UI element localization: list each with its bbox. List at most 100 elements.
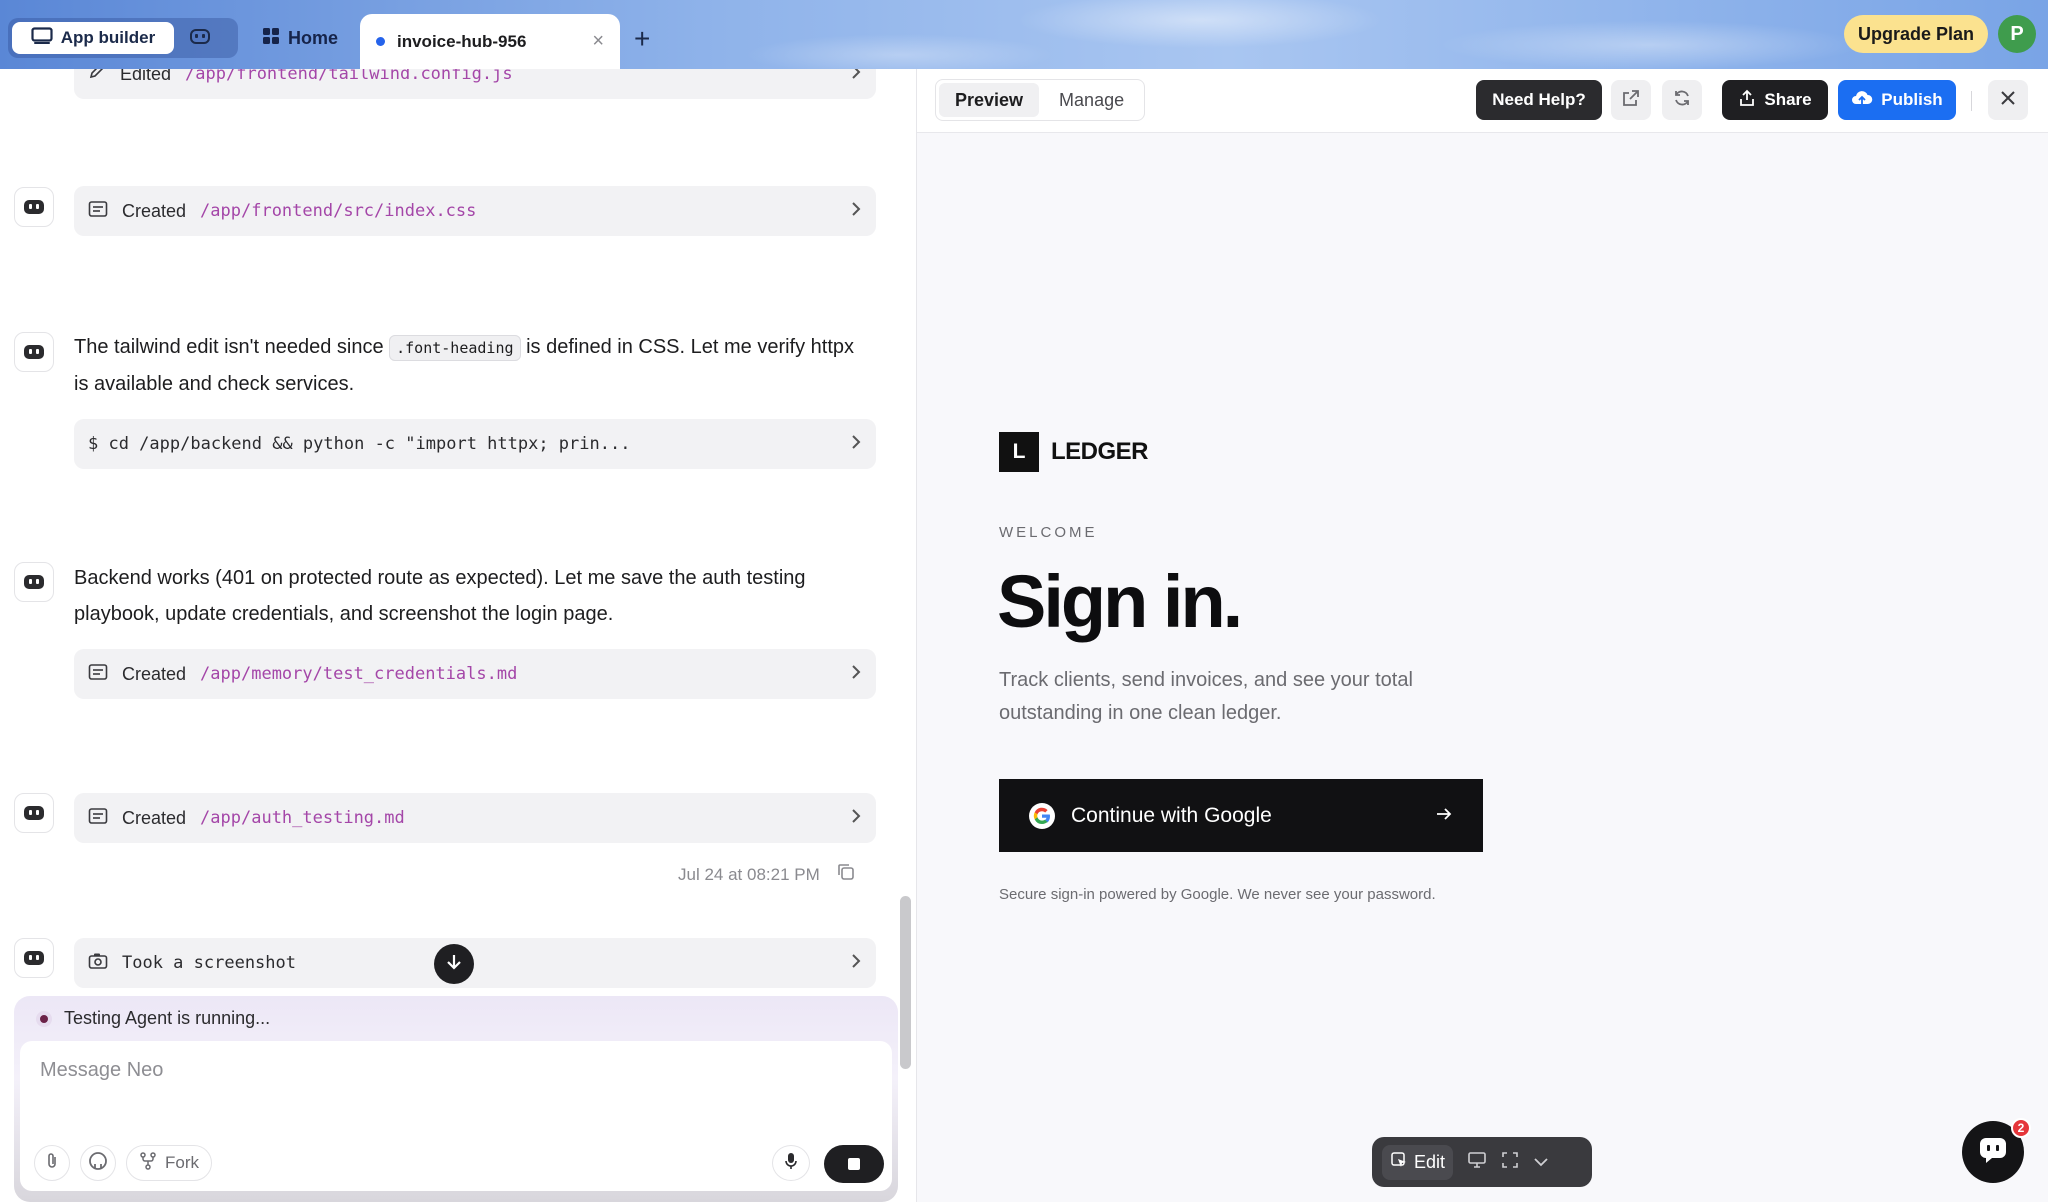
agent-message: Backend works (401 on protected route as…	[74, 567, 806, 625]
paperclip-icon	[45, 1152, 59, 1175]
share-button[interactable]: Share	[1722, 80, 1828, 120]
tool-label: Edited	[120, 69, 172, 84]
timestamp-text: Jul 24 at 08:21 PM	[678, 864, 820, 884]
chevron-down-icon[interactable]	[1533, 1152, 1549, 1173]
toolbar-separator	[1971, 91, 1972, 111]
microphone-icon	[784, 1151, 798, 1176]
publish-button[interactable]: Publish	[1838, 80, 1956, 120]
open-external-button[interactable]	[1611, 80, 1651, 120]
agent-message: The tailwind edit isn't needed since .fo…	[74, 329, 874, 402]
continue-with-google-button[interactable]: Continue with Google	[999, 779, 1483, 852]
stop-icon	[848, 1158, 860, 1170]
pencil-icon	[88, 69, 106, 86]
fork-label: Fork	[165, 1153, 199, 1172]
publish-label: Publish	[1881, 90, 1943, 109]
chevron-right-icon	[850, 952, 862, 975]
status-text: Testing Agent is running...	[64, 1008, 271, 1028]
chat-scrollbar[interactable]	[900, 896, 911, 1069]
tab-preview[interactable]: Preview	[939, 83, 1040, 117]
app-builder-label: App builder	[60, 28, 156, 47]
upgrade-plan-button[interactable]: Upgrade Plan	[1844, 15, 1988, 53]
monitor-icon	[31, 26, 53, 50]
chevron-right-icon	[850, 663, 862, 686]
chevron-right-icon	[850, 200, 862, 223]
project-tab-title: invoice-hub-956	[397, 31, 527, 51]
project-tab[interactable]: invoice-hub-956 ×	[360, 14, 620, 69]
notification-badge: 2	[2011, 1118, 2031, 1138]
preview-toolbar: Preview Manage Need Help? Share Publish	[917, 69, 2048, 133]
chat-bubble-icon	[1978, 1136, 2008, 1169]
close-tab-icon[interactable]: ×	[592, 30, 604, 53]
close-preview-button[interactable]	[1988, 80, 2028, 120]
brand-logo: L LEDGER	[999, 432, 1149, 472]
tab-manage[interactable]: Manage	[1043, 83, 1140, 117]
edit-label: Edit	[1414, 1151, 1446, 1172]
scroll-to-bottom-button[interactable]	[434, 944, 474, 984]
tool-path: /app/frontend/src/index.css	[200, 201, 477, 221]
attach-button[interactable]	[34, 1145, 70, 1181]
edit-toolbar: Edit	[1372, 1137, 1592, 1187]
app-builder-button[interactable]: App builder	[12, 22, 174, 54]
desktop-view-icon[interactable]	[1467, 1151, 1487, 1174]
tool-row-edited[interactable]: Edited /app/frontend/tailwind.config.js	[74, 69, 876, 99]
tool-label: Created	[122, 200, 187, 221]
tool-row-created-index-css[interactable]: Created /app/frontend/src/index.css	[74, 186, 876, 236]
tool-path: /app/auth_testing.md	[200, 808, 405, 828]
agent-avatar-icon	[14, 332, 54, 372]
composer: Testing Agent is running... Message Neo …	[14, 996, 898, 1202]
google-button-label: Continue with Google	[1071, 803, 1272, 827]
chevron-right-icon	[850, 807, 862, 830]
tool-row-created-credentials[interactable]: Created /app/memory/test_credentials.md	[74, 649, 876, 699]
secure-note: Secure sign-in powered by Google. We nev…	[999, 886, 1436, 903]
tool-label: Created	[122, 663, 187, 684]
view-tabs: Preview Manage	[935, 79, 1145, 121]
share-icon	[1738, 89, 1756, 112]
chat-panel: Edited /app/frontend/tailwind.config.js …	[0, 69, 916, 1202]
need-help-button[interactable]: Need Help?	[1476, 80, 1602, 120]
brand-name: LEDGER	[1051, 438, 1149, 465]
fork-button[interactable]: Fork	[126, 1145, 212, 1181]
agent-avatar-icon	[14, 938, 54, 978]
message-text: The tailwind edit isn't needed since	[74, 336, 384, 358]
mode-switcher: App builder	[8, 18, 238, 58]
brand-mark: L	[999, 432, 1039, 472]
fullscreen-icon[interactable]	[1501, 1151, 1519, 1174]
agent-avatar-icon	[14, 187, 54, 227]
refresh-icon	[1672, 88, 1692, 113]
agent-avatar-icon	[14, 562, 54, 602]
cloud-upload-icon	[1851, 89, 1873, 112]
chevron-right-icon	[850, 433, 862, 456]
new-tab-icon[interactable]: +	[634, 24, 650, 54]
home-tab[interactable]: Home	[262, 22, 338, 54]
status-indicator-icon	[36, 1010, 52, 1027]
arrow-right-icon	[1435, 804, 1453, 828]
tool-row-created-auth-testing[interactable]: Created /app/auth_testing.md	[74, 793, 876, 843]
top-bar: App builder Home invoice-hub-956 × + Upg…	[0, 0, 2048, 69]
chevron-right-icon	[850, 69, 862, 86]
page-title: Sign in.	[997, 560, 1243, 643]
arrow-down-icon	[445, 953, 463, 976]
copy-icon[interactable]	[836, 862, 856, 887]
fork-icon	[139, 1151, 157, 1175]
refresh-button[interactable]	[1662, 80, 1702, 120]
preview-panel: Preview Manage Need Help? Share Publish	[917, 69, 2048, 1202]
stop-button[interactable]	[824, 1145, 884, 1183]
home-tab-label: Home	[288, 27, 339, 48]
microphone-button[interactable]	[772, 1145, 810, 1181]
tool-path: /app/frontend/tailwind.config.js	[185, 69, 513, 84]
google-icon	[1029, 802, 1055, 829]
file-icon	[88, 807, 108, 830]
agent-status: Testing Agent is running...	[36, 1008, 270, 1029]
user-avatar[interactable]: P	[1998, 15, 2036, 53]
message-placeholder: Message Neo	[40, 1059, 164, 1081]
file-icon	[88, 663, 108, 686]
tool-path: /app/memory/test_credentials.md	[200, 664, 518, 684]
edit-button[interactable]: Edit	[1382, 1144, 1454, 1180]
github-button[interactable]	[80, 1145, 116, 1181]
tool-row-screenshot[interactable]: Took a screenshot	[74, 938, 876, 988]
message-input[interactable]: Message Neo Fork	[20, 1041, 892, 1191]
close-icon	[2000, 90, 2016, 111]
github-icon	[88, 1151, 108, 1176]
command-row[interactable]: $ cd /app/backend && python -c "import h…	[74, 419, 876, 469]
agent-mode-button[interactable]	[180, 22, 220, 54]
